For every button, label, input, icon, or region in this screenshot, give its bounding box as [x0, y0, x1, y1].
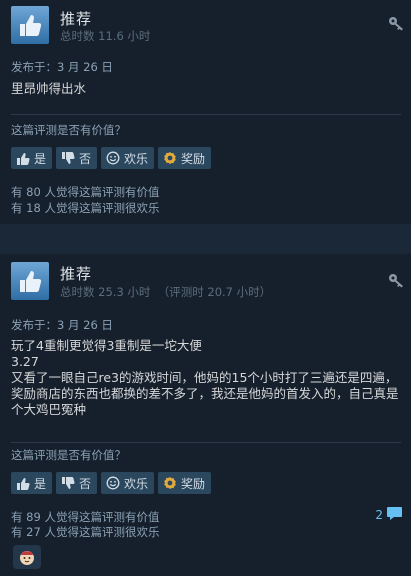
helpful-count: 有 89 人觉得这篇评测有价值 — [11, 510, 160, 524]
review-content-paragraph: 又看了一眼自己re3的游戏时间，他妈的15个小时打了三遍还是四遍，奖励商店的东西… — [11, 370, 399, 417]
award-icon — [163, 151, 177, 165]
funny-count: 有 18 人觉得这篇评测很欢乐 — [11, 201, 160, 215]
review-content-line: 玩了4重制更觉得3重制是一坨大便 — [11, 338, 202, 353]
smiley-icon — [106, 476, 120, 490]
thumbs-up-icon — [11, 6, 49, 44]
vote-no-label: 否 — [79, 151, 92, 166]
award-button[interactable]: 奖励 — [158, 147, 212, 169]
posted-date: 发布于：3 月 26 日 — [11, 318, 113, 332]
helpful-count: 有 80 人觉得这篇评测有价值 — [11, 185, 160, 199]
divider — [11, 114, 401, 115]
vote-funny-button[interactable]: 欢乐 — [101, 147, 155, 169]
vote-funny-button[interactable]: 欢乐 — [101, 472, 155, 494]
review-card-1: 推荐 总时数 11.6 小时 发布于：3 月 26 日 里昂帅得出水 这篇评测是… — [0, 0, 411, 224]
thumb-up-small-icon — [16, 477, 30, 490]
comment-icon — [386, 506, 403, 524]
posted-date: 发布于：3 月 26 日 — [11, 60, 113, 74]
smiley-icon — [106, 151, 120, 165]
review-title: 推荐 — [60, 266, 93, 283]
vote-buttons: 是 否 欢乐 奖励 — [11, 472, 212, 494]
thumb-down-icon — [61, 151, 75, 165]
review-content: 里昂帅得出水 — [11, 81, 401, 97]
thumb-down-icon — [61, 476, 75, 490]
key-icon[interactable] — [387, 271, 405, 289]
review-title: 推荐 — [60, 11, 93, 28]
review-content-line: 3.27 — [11, 354, 39, 369]
divider — [11, 442, 401, 443]
vote-no-button[interactable]: 否 — [56, 472, 98, 494]
review-content-line: 里昂帅得出水 — [11, 81, 87, 96]
vote-no-label: 否 — [79, 476, 92, 491]
thumbs-up-icon — [11, 262, 49, 300]
thumb-up-small-icon — [16, 152, 30, 165]
review-gap — [0, 224, 411, 254]
funny-count: 有 27 人觉得这篇评测很欢乐 — [11, 525, 160, 539]
award-label: 奖励 — [181, 476, 206, 491]
review-card-2: 推荐 总时数 25.3 小时 （评测时 20.7 小时） 发布于：3 月 26 … — [0, 254, 411, 576]
award-button[interactable]: 奖励 — [158, 472, 212, 494]
vote-yes-button[interactable]: 是 — [11, 472, 53, 494]
vote-no-button[interactable]: 否 — [56, 147, 98, 169]
vote-funny-label: 欢乐 — [124, 151, 149, 166]
vote-yes-button[interactable]: 是 — [11, 147, 53, 169]
playtime-hours: 总时数 25.3 小时 （评测时 20.7 小时） — [60, 285, 272, 299]
comment-count: 2 — [375, 508, 383, 522]
key-icon[interactable] — [387, 14, 405, 32]
review-content: 玩了4重制更觉得3重制是一坨大便 3.27 又看了一眼自己re3的游戏时间，他妈… — [11, 338, 401, 418]
helpful-question: 这篇评测是否有价值？ — [11, 448, 126, 462]
award-label: 奖励 — [181, 151, 206, 166]
playtime-hours: 总时数 11.6 小时 — [60, 29, 151, 43]
comments-link[interactable]: 2 — [375, 506, 403, 524]
vote-funny-label: 欢乐 — [124, 476, 149, 491]
vote-yes-label: 是 — [34, 476, 47, 491]
award-icon — [163, 476, 177, 490]
helpful-question: 这篇评测是否有价值？ — [11, 123, 126, 137]
award-badge-icon[interactable] — [13, 545, 41, 569]
vote-buttons: 是 否 欢乐 奖励 — [11, 147, 212, 169]
vote-yes-label: 是 — [34, 151, 47, 166]
